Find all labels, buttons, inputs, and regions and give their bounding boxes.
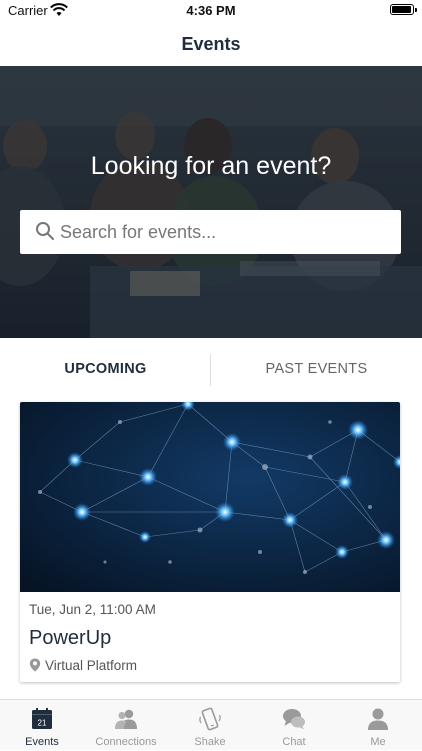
chat-bubbles-icon — [283, 709, 305, 730]
hero-overlay — [0, 66, 422, 338]
tabbar-item-me[interactable]: Me — [336, 700, 420, 751]
tabbar-label-me: Me — [370, 736, 386, 748]
people-icon — [115, 709, 137, 729]
location-pin-icon — [29, 658, 41, 672]
tabbar-item-connections[interactable]: Connections — [84, 700, 168, 751]
bottom-tab-bar: 21 Events Connections Shake Chat Me — [0, 699, 422, 750]
battery-icon — [390, 4, 417, 15]
event-location-label: Virtual Platform — [45, 658, 138, 673]
search-bar[interactable] — [20, 210, 401, 254]
event-date: Tue, Jun 2, 11:00 AM — [29, 602, 156, 617]
event-cover-image — [20, 402, 400, 592]
tabbar-label-events: Events — [25, 736, 59, 748]
tabbar-item-shake[interactable]: Shake — [168, 700, 252, 751]
search-icon — [36, 222, 54, 240]
tabbar-label-shake: Shake — [194, 736, 226, 748]
tabbar-label-chat: Chat — [282, 736, 306, 748]
tabbar-label-connections: Connections — [95, 736, 157, 748]
shake-phone-icon — [199, 707, 221, 731]
event-location: Virtual Platform — [29, 658, 137, 673]
tabbar-item-chat[interactable]: Chat — [252, 700, 336, 751]
hero-banner: Looking for an event? — [0, 66, 422, 338]
person-icon — [368, 708, 388, 730]
page-title: Events — [181, 34, 241, 54]
search-input[interactable] — [60, 210, 390, 254]
hero-headline: Looking for an event? — [90, 152, 332, 180]
event-card[interactable]: Tue, Jun 2, 11:00 AM PowerUp Virtual Pla… — [20, 402, 400, 682]
calendar-badge: 21 — [38, 719, 47, 728]
tab-past-events[interactable]: PAST EVENTS — [211, 338, 422, 400]
tabbar-item-events[interactable]: 21 Events — [0, 700, 84, 751]
clock: 4:36 PM — [186, 3, 236, 18]
tab-upcoming[interactable]: UPCOMING — [0, 338, 211, 400]
calendar-icon: 21 — [32, 708, 52, 729]
event-title[interactable]: PowerUp — [29, 627, 111, 650]
event-tabs: UPCOMING PAST EVENTS — [0, 338, 422, 400]
status-bar: Carrier 4:36 PM — [0, 0, 422, 22]
